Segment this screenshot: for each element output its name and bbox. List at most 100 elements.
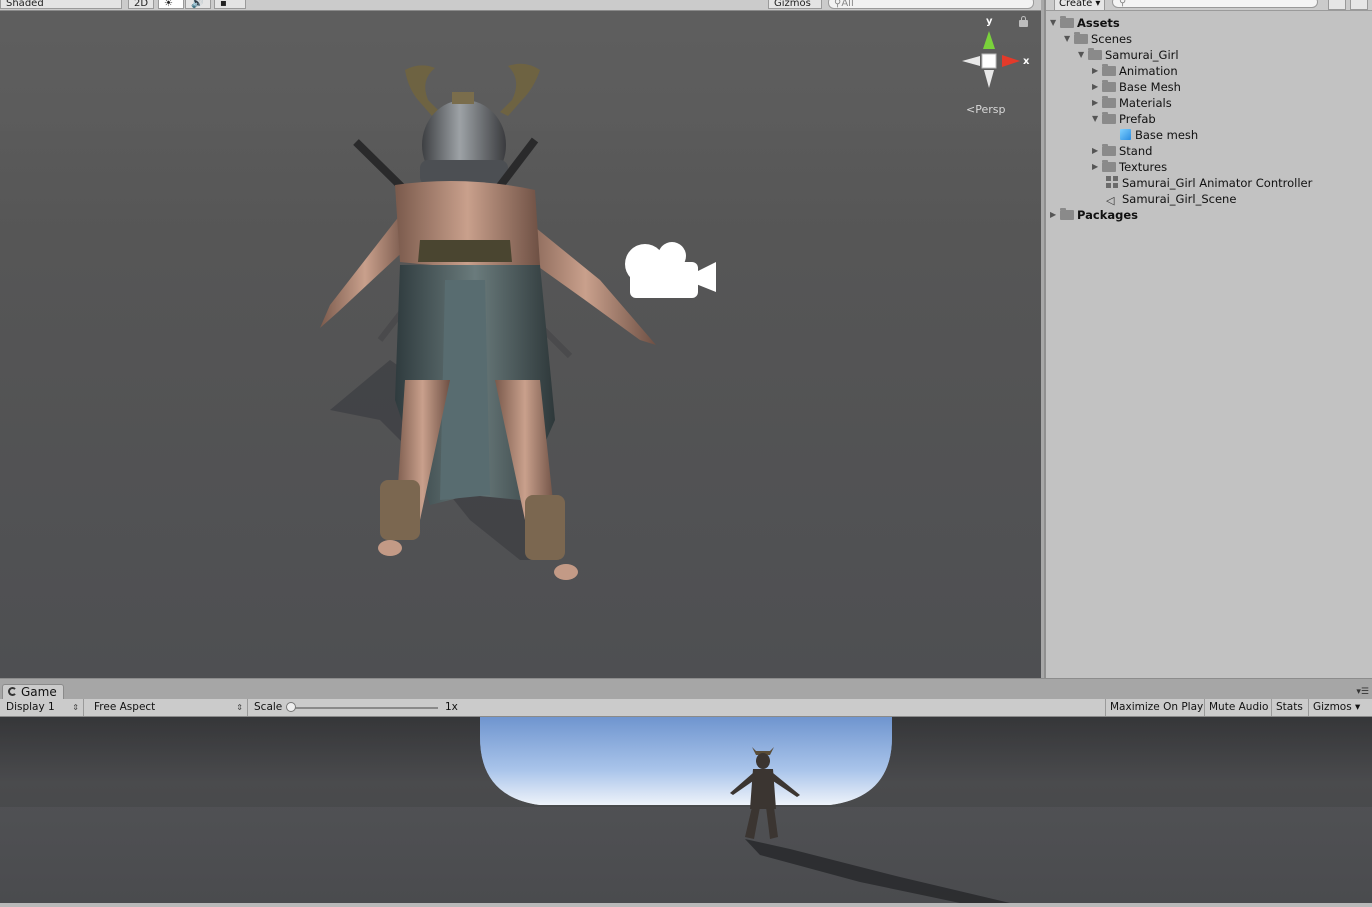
folder-icon <box>1102 144 1116 156</box>
maximize-on-play-label: Maximize On Play <box>1110 701 1204 713</box>
tree-item-textures[interactable]: ▶ Textures <box>1092 159 1167 175</box>
scene-view[interactable]: Shaded 2D ☀ 🔊 ▪ Gizmos ⚲All y x <Persp <box>0 0 1041 678</box>
shading-mode-label: Shaded <box>6 0 44 9</box>
project-panel: Create ▾ ⚲ ▼ Assets ▼ Scenes ▼ Samurai_Girl… <box>1044 0 1372 678</box>
aspect-dropdown[interactable]: Free Aspect ⇕ <box>88 699 248 716</box>
folder-icon <box>1102 80 1116 92</box>
folder-icon <box>1074 32 1088 44</box>
projection-toggle[interactable]: <Persp <box>966 103 1005 116</box>
stats-toggle[interactable]: Stats <box>1271 699 1307 716</box>
scene-toolbar: Shaded 2D ☀ 🔊 ▪ Gizmos ⚲All <box>0 0 1041 11</box>
tree-item-base-mesh-folder[interactable]: ▶ Base Mesh <box>1092 79 1181 95</box>
tree-item-label: Assets <box>1077 16 1120 30</box>
expanded-arrow-icon[interactable]: ▼ <box>1078 47 1088 63</box>
dropdown-arrow-icon: ⇕ <box>72 703 79 712</box>
dropdown-arrow-icon: ⇕ <box>236 703 243 712</box>
gizmo-y-label: y <box>986 16 993 27</box>
tree-item-label: Textures <box>1119 160 1168 174</box>
tab-menu-icon[interactable]: ▾☰ <box>1356 687 1369 697</box>
persp-arrow-icon: < <box>966 103 976 116</box>
game-controller-icon <box>8 687 17 696</box>
tree-item-label: Samurai_Girl <box>1105 48 1179 62</box>
create-dropdown[interactable]: Create ▾ <box>1054 0 1106 10</box>
tree-item-assets[interactable]: ▼ Assets <box>1050 15 1120 31</box>
aspect-label: Free Aspect <box>94 701 156 713</box>
shading-mode-dropdown[interactable]: Shaded <box>0 0 122 9</box>
audio-toggle-icon[interactable]: 🔊 <box>185 0 211 9</box>
unity-scene-icon: ◁ <box>1106 194 1115 207</box>
collapsed-arrow-icon[interactable]: ▶ <box>1092 79 1102 95</box>
gizmo-x-label: x <box>1023 56 1030 67</box>
projection-label: Persp <box>975 103 1006 116</box>
project-toolbar: Create ▾ ⚲ <box>1046 0 1372 11</box>
effects-dropdown-icon[interactable]: ▪ <box>214 0 246 9</box>
scene-search-placeholder: All <box>841 0 854 9</box>
mode-2d-button[interactable]: 2D <box>128 0 154 9</box>
lock-icon[interactable] <box>1019 16 1028 27</box>
tab-game[interactable]: Game <box>2 684 64 700</box>
scale-label: Scale <box>254 701 283 713</box>
tree-item-label: Samurai_Girl Animator Controller <box>1122 176 1313 190</box>
tree-item-stand[interactable]: ▶ Stand <box>1092 143 1152 159</box>
folder-icon <box>1102 160 1116 172</box>
project-search-input[interactable]: ⚲ <box>1112 0 1318 8</box>
scene-gizmos-label: Gizmos <box>774 0 811 9</box>
tree-item-label: Animation <box>1119 64 1178 78</box>
expanded-arrow-icon[interactable]: ▼ <box>1092 111 1102 127</box>
tree-item-animator-controller[interactable]: Samurai_Girl Animator Controller <box>1106 175 1312 191</box>
tree-item-label: Scenes <box>1091 32 1133 46</box>
maximize-on-play-toggle[interactable]: Maximize On Play <box>1105 699 1207 716</box>
animator-controller-icon <box>1106 176 1118 188</box>
scene-render[interactable] <box>0 11 1041 678</box>
tree-item-samurai-girl[interactable]: ▼ Samurai_Girl <box>1078 47 1179 63</box>
tree-item-packages[interactable]: ▶ Packages <box>1050 207 1138 223</box>
scale-slider-thumb[interactable] <box>286 702 296 712</box>
game-render-view[interactable] <box>0 717 1372 903</box>
search-by-type-icon[interactable] <box>1328 0 1346 10</box>
lighting-toggle-icon[interactable]: ☀ <box>158 0 184 9</box>
folder-icon <box>1060 16 1074 28</box>
create-label: Create <box>1059 0 1093 9</box>
expanded-arrow-icon[interactable]: ▼ <box>1050 15 1060 31</box>
tree-item-materials[interactable]: ▶ Materials <box>1092 95 1172 111</box>
game-toolbar: Display 1 ⇕ Free Aspect ⇕ Scale 1x Maximiz… <box>0 699 1372 717</box>
camera-gizmo-icon <box>625 242 716 298</box>
tree-item-label: Base mesh <box>1135 128 1199 142</box>
game-render <box>0 717 1372 903</box>
game-gizmos-label: Gizmos <box>1313 701 1352 713</box>
mode-2d-label: 2D <box>134 0 149 9</box>
tree-item-label: Samurai_Girl_Scene <box>1122 192 1237 206</box>
folder-icon <box>1102 96 1116 108</box>
mute-audio-toggle[interactable]: Mute Audio <box>1204 699 1272 716</box>
game-gizmos-dropdown[interactable]: Gizmos ▾ <box>1308 699 1372 716</box>
folder-icon <box>1060 208 1074 220</box>
display-label: Display 1 <box>6 701 55 713</box>
collapsed-arrow-icon[interactable]: ▶ <box>1050 207 1060 223</box>
expanded-arrow-icon[interactable]: ▼ <box>1064 31 1074 47</box>
collapsed-arrow-icon[interactable]: ▶ <box>1092 63 1102 79</box>
tree-item-base-mesh-prefab[interactable]: Base mesh <box>1120 127 1198 143</box>
collapsed-arrow-icon[interactable]: ▶ <box>1092 143 1102 159</box>
search-by-label-icon[interactable] <box>1350 0 1368 10</box>
prefab-cube-icon <box>1120 129 1131 140</box>
tree-item-scenes[interactable]: ▼ Scenes <box>1064 31 1132 47</box>
tree-item-label: Prefab <box>1119 112 1156 126</box>
tree-item-label: Stand <box>1119 144 1153 158</box>
scale-slider-track[interactable] <box>292 707 438 709</box>
scene-search-input[interactable]: ⚲All <box>828 0 1034 9</box>
collapsed-arrow-icon[interactable]: ▶ <box>1092 159 1102 175</box>
tree-item-scene-file[interactable]: ◁ Samurai_Girl_Scene <box>1106 191 1236 207</box>
stats-label: Stats <box>1276 701 1303 713</box>
scene-gizmos-dropdown[interactable]: Gizmos <box>768 0 822 9</box>
tree-item-animation[interactable]: ▶ Animation <box>1092 63 1178 79</box>
tree-item-label: Packages <box>1077 208 1138 222</box>
tree-item-prefab[interactable]: ▼ Prefab <box>1092 111 1156 127</box>
collapsed-arrow-icon[interactable]: ▶ <box>1092 95 1102 111</box>
scale-value: 1x <box>445 701 458 713</box>
tree-item-label: Base Mesh <box>1119 80 1181 94</box>
game-tab-label: Game <box>21 685 57 699</box>
mute-audio-label: Mute Audio <box>1209 701 1269 713</box>
display-dropdown[interactable]: Display 1 ⇕ <box>0 699 84 716</box>
game-tab-bar: Game ▾☰ <box>0 678 1372 700</box>
folder-icon <box>1102 64 1116 76</box>
